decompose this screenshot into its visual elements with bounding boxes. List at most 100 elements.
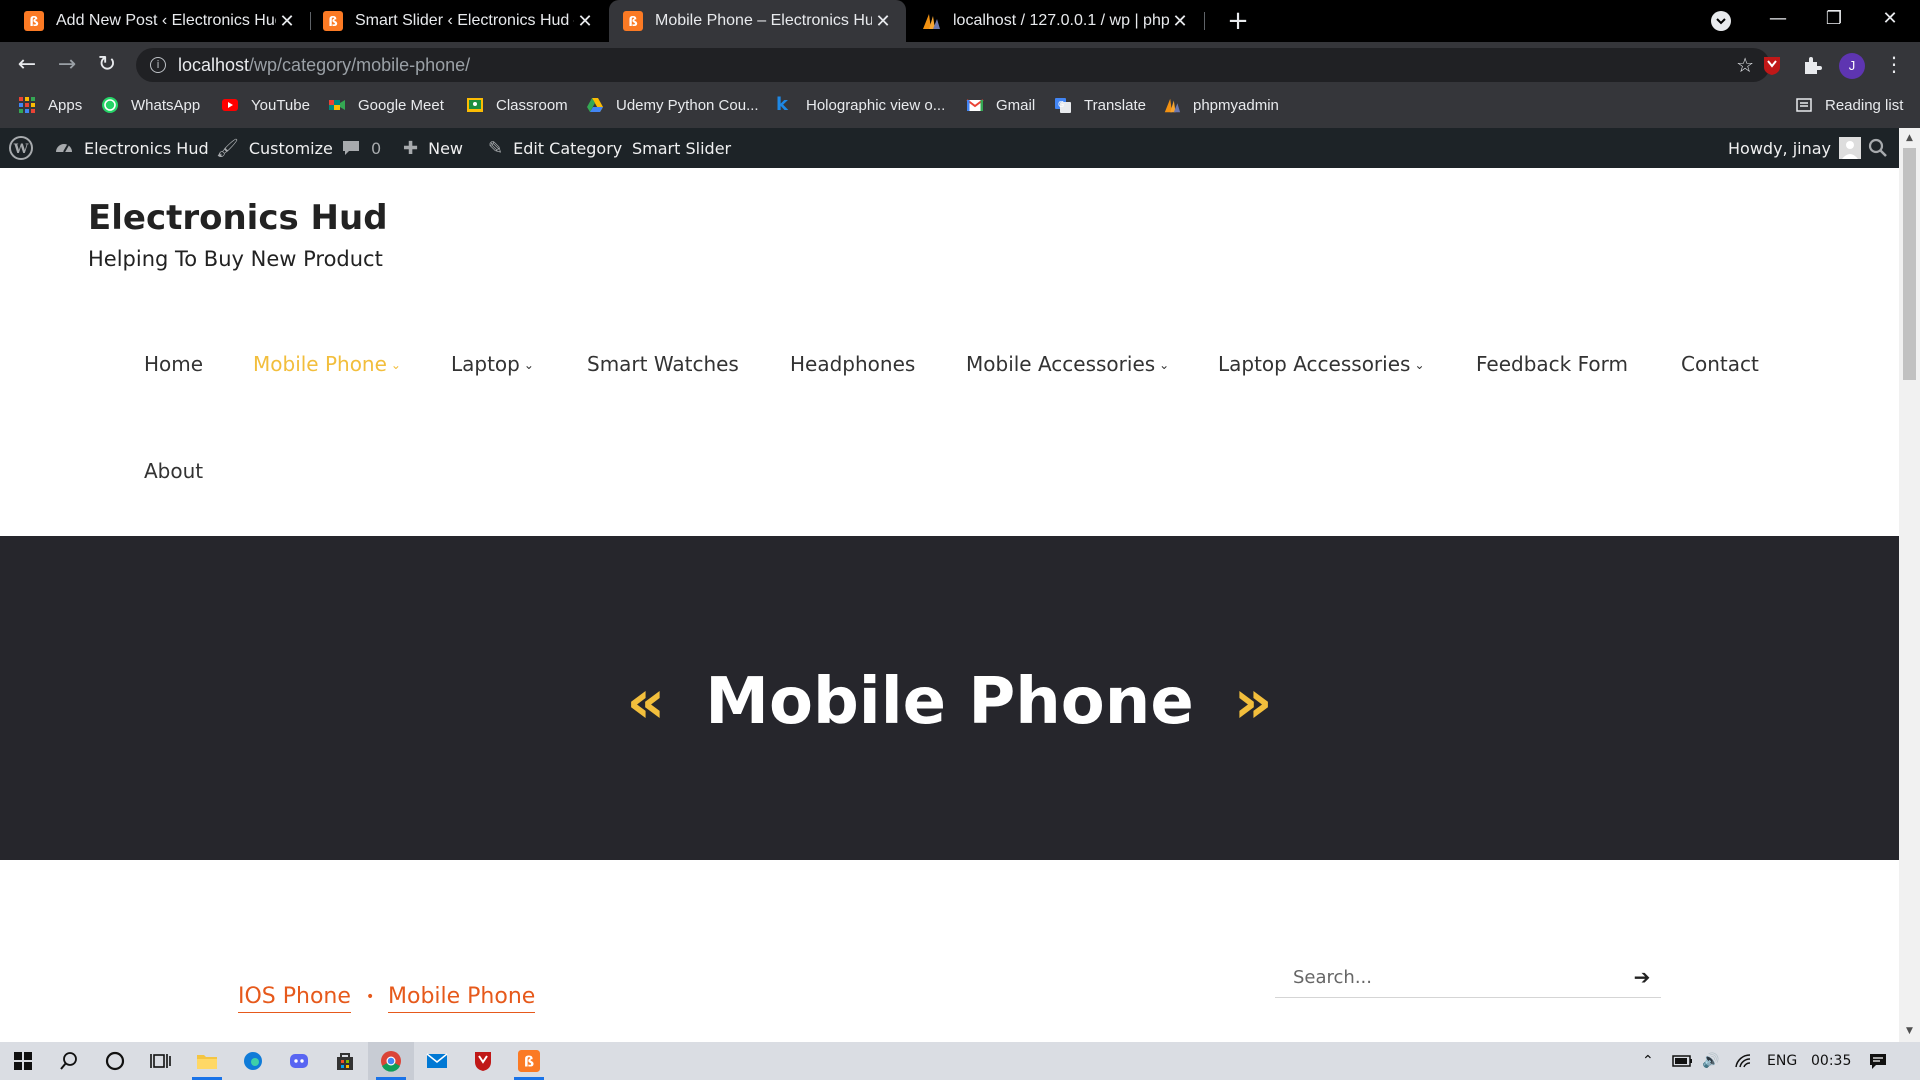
edge-icon[interactable] [230,1042,276,1080]
notifications-icon[interactable] [1868,1042,1888,1080]
bookmark-label: Gmail [996,96,1036,114]
tab-close-icon[interactable]: ✕ [574,11,596,32]
dashboard-icon [56,144,72,153]
task-view-icon[interactable] [138,1042,184,1080]
bookmark-phpmyadmin[interactable]: phpmyadmin [1163,88,1279,122]
tab-close-icon[interactable]: ✕ [276,11,298,32]
admin-new[interactable]: ✚ New [403,128,463,168]
wifi-icon[interactable] [1734,1042,1754,1080]
back-icon[interactable]: ← [12,50,42,80]
search-input[interactable] [1275,958,1605,996]
admin-smart-slider-label: Smart Slider [632,138,732,158]
tab-mobile-phone[interactable]: ß Mobile Phone – Electronics Hud ✕ [609,0,906,42]
admin-account[interactable]: Howdy, jinay [1728,128,1862,168]
svg-text:ß: ß [524,1055,534,1071]
bookmark-label: Apps [48,96,83,114]
language-indicator[interactable]: ENG [1767,1042,1797,1080]
tab-search-icon[interactable] [1711,11,1731,31]
forward-icon[interactable]: → [52,50,82,80]
menu-item-home[interactable]: Home [144,352,203,376]
restore-icon[interactable]: ❐ [1806,0,1862,42]
category-link-ios-phone[interactable]: IOS Phone [238,984,351,1013]
xampp-icon[interactable]: ß [506,1042,552,1080]
admin-site-label: Electronics Hud [84,138,209,158]
category-hero: « Mobile Phone » [0,536,1899,860]
minimize-icon[interactable]: — [1750,0,1806,42]
extensions-puzzle-icon[interactable] [1801,54,1823,76]
admin-customize[interactable]: 🖌 Customize [216,128,333,168]
menu-item-about[interactable]: About [144,459,203,483]
browser-menu-icon[interactable]: ⋮ [1884,52,1904,76]
arrow-right-icon[interactable]: ➔ [1631,966,1653,988]
bookmark-apps[interactable]: Apps [18,88,82,122]
bookmark-translate[interactable]: G Translate [1054,88,1146,122]
discord-icon[interactable] [276,1042,322,1080]
menu-item-mobile-accessories[interactable]: Mobile Accessories ⌄ [966,352,1169,376]
menu-item-smart-watches[interactable]: Smart Watches [587,352,739,376]
bookmark-gmail[interactable]: Gmail [966,88,1035,122]
category-link-mobile-phone[interactable]: Mobile Phone [388,984,536,1013]
bookmark-label: Google Meet [358,96,444,114]
clock[interactable]: 00:35 [1811,1042,1851,1080]
gmail-icon [966,99,984,111]
cortana-icon[interactable] [92,1042,138,1080]
tab-phpmyadmin[interactable]: localhost / 127.0.0.1 / wp | phpMyAdmin … [907,0,1203,42]
windows-start-icon[interactable] [0,1042,46,1080]
profile-avatar[interactable]: J [1839,53,1865,79]
mcafee-icon[interactable] [460,1042,506,1080]
menu-item-laptop[interactable]: Laptop ⌄ [451,352,534,376]
whatsapp-icon [102,97,118,113]
scrollbar-thumb[interactable] [1903,148,1916,380]
bookmark-google-meet[interactable]: Google Meet [328,88,444,122]
search-icon[interactable] [46,1042,92,1080]
chevron-down-icon: ⌄ [1414,358,1425,372]
close-window-icon[interactable]: ✕ [1862,0,1918,42]
new-tab-button[interactable]: + [1223,6,1253,36]
tab-smart-slider[interactable]: ß Smart Slider ‹ Electronics Hud — ✕ [311,0,608,42]
volume-icon[interactable]: 🔊 [1702,1042,1719,1080]
scroll-up-icon[interactable]: ▲ [1903,133,1916,143]
admin-site-name[interactable]: Electronics Hud [54,128,209,168]
bookmark-whatsapp[interactable]: WhatsApp [101,88,200,122]
menu-item-mobile-phone[interactable]: Mobile Phone ⌄ [253,352,401,376]
wp-logo-button[interactable]: W [8,128,34,168]
mcafee-extension-icon[interactable] [1761,54,1783,76]
scroll-down-icon[interactable]: ▼ [1903,1026,1916,1036]
youtube-icon [222,99,238,111]
url-text[interactable]: localhost/wp/category/mobile-phone/ [178,55,470,76]
show-hidden-icons-icon[interactable]: ⌃ [1642,1042,1654,1080]
admin-edit-category[interactable]: ✎ Edit Category [488,128,622,168]
store-icon[interactable] [322,1042,368,1080]
bookmark-holographic[interactable]: k Holographic view o... [776,88,945,122]
tab-close-icon[interactable]: ✕ [872,11,894,32]
admin-comments[interactable]: 0 [341,128,381,168]
xampp-icon: ß [24,11,44,31]
address-bar[interactable]: i localhost/wp/category/mobile-phone/ ☆ [136,48,1770,82]
menu-item-laptop-accessories[interactable]: Laptop Accessories ⌄ [1218,352,1425,376]
google-drive-icon [587,98,603,112]
admin-smart-slider[interactable]: Smart Slider [632,128,731,168]
site-info-icon[interactable]: i [150,57,166,73]
battery-icon[interactable] [1672,1042,1694,1080]
bookmark-label: Translate [1084,96,1146,114]
file-explorer-icon[interactable] [184,1042,230,1080]
bookmark-youtube[interactable]: YouTube [221,88,310,122]
category-separator: • [366,989,375,1005]
menu-item-feedback-form[interactable]: Feedback Form [1476,352,1628,376]
site-title[interactable]: Electronics Hud [88,198,388,238]
mail-icon[interactable] [414,1042,460,1080]
menu-item-contact[interactable]: Contact [1681,352,1759,376]
admin-search[interactable] [1868,128,1888,168]
reload-icon[interactable]: ↻ [92,50,122,80]
bookmark-classroom[interactable]: Classroom [466,88,568,122]
tab-add-new-post[interactable]: ß Add New Post ‹ Electronics Hud — ✕ [0,0,310,42]
chrome-icon[interactable] [368,1042,414,1080]
tab-divider [1204,12,1205,30]
menu-item-headphones[interactable]: Headphones [790,352,915,376]
tab-close-icon[interactable]: ✕ [1169,11,1191,32]
bookmark-star-icon[interactable]: ☆ [1736,53,1754,77]
reading-list-button[interactable]: Reading list [1795,88,1903,122]
comment-icon [343,141,359,155]
bookmark-udemy-python[interactable]: Udemy Python Cou... [586,88,759,122]
phpmyadmin-icon [1164,98,1181,113]
